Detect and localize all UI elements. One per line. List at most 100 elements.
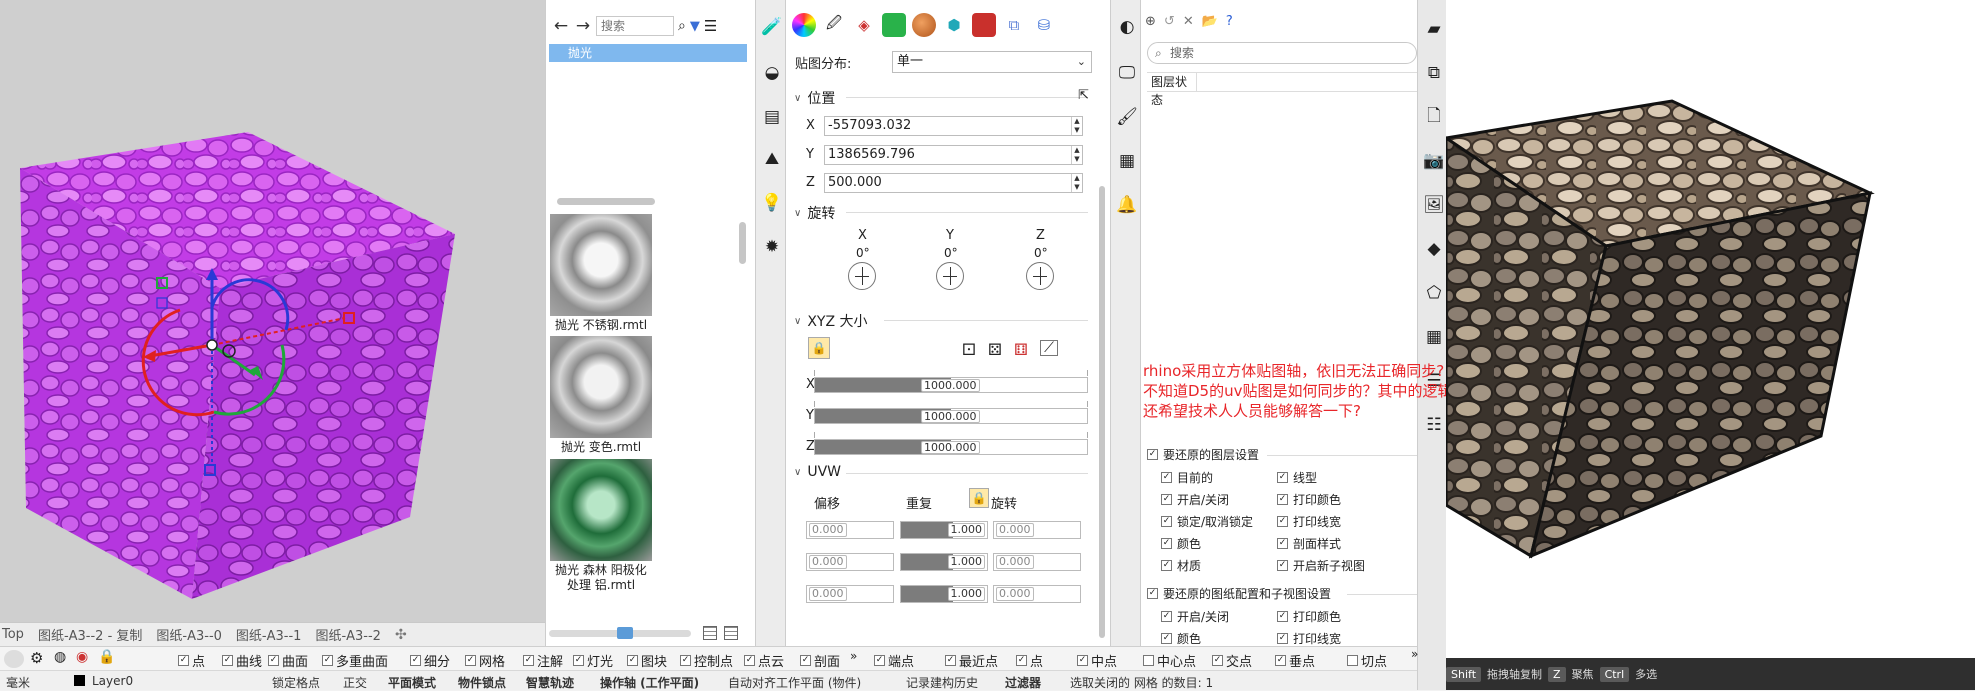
sphere-mapping-icon[interactable] bbox=[912, 13, 936, 37]
position-section-header[interactable]: ∨ 位置 bbox=[794, 88, 835, 108]
spin-buttons[interactable]: ▲ ▼ bbox=[1071, 146, 1082, 164]
checkbox-checked[interactable]: ✓ bbox=[573, 655, 584, 666]
wireframe-sphere-icon[interactable]: ◍ bbox=[54, 649, 66, 665]
randomize-icon[interactable]: ⚅ bbox=[1014, 340, 1028, 359]
texture-icon[interactable]: ⛰ bbox=[761, 148, 783, 170]
tab-layout-1[interactable]: 图纸-A3--1 bbox=[236, 625, 302, 644]
lock-icon[interactable]: 🔒 bbox=[969, 488, 989, 508]
material-editor-icon[interactable]: 🧪 bbox=[761, 16, 783, 38]
menu-icon[interactable]: ☰ bbox=[704, 17, 717, 35]
offset-u-field[interactable]: 0.000 bbox=[806, 521, 894, 539]
status-toggle[interactable]: 平面模式 bbox=[388, 674, 436, 691]
rotation-dial-z[interactable] bbox=[1026, 262, 1054, 290]
checkbox-checked[interactable]: ✓ bbox=[1161, 472, 1172, 483]
delete-icon[interactable]: ✕ bbox=[1183, 14, 1194, 29]
rotation-section-header[interactable]: ∨ 旋转 bbox=[794, 203, 835, 223]
distribution-select[interactable]: 单一 ⌄ bbox=[892, 51, 1092, 73]
layout-setting-option[interactable]: ✓ 颜色 bbox=[1161, 630, 1201, 647]
repeat-v-field[interactable]: 1.000 bbox=[900, 553, 988, 571]
checkbox-checked[interactable]: ✓ bbox=[1277, 633, 1288, 644]
units-label[interactable]: 毫米 bbox=[6, 674, 30, 691]
grid-view-icon[interactable] bbox=[724, 626, 738, 640]
snap-option[interactable]: ✓ 垂点 bbox=[1275, 651, 1315, 670]
size-z-slider[interactable]: 1000.000 bbox=[814, 439, 1088, 455]
layer-search-input[interactable]: ⌕ 搜索 bbox=[1147, 42, 1417, 64]
document-icon[interactable]: 🗋 bbox=[1423, 106, 1445, 128]
layers-icon[interactable]: ▰ bbox=[1423, 18, 1445, 40]
checker-icon[interactable]: ▦ bbox=[1116, 150, 1138, 172]
filter-option[interactable]: ✓ 曲面 bbox=[268, 651, 308, 670]
paint-brush-icon[interactable]: 🖌 bbox=[1116, 106, 1138, 128]
sun-icon[interactable]: ✹ bbox=[761, 236, 783, 258]
image-icon[interactable]: 🖼 bbox=[1423, 194, 1445, 216]
checkbox-checked[interactable]: ✓ bbox=[627, 655, 638, 666]
snap-option[interactable]: ✓ 交点 bbox=[1212, 651, 1252, 670]
dice-icon[interactable]: ⚀ bbox=[962, 340, 976, 359]
rotate-u-field[interactable]: 0.000 bbox=[993, 521, 1081, 539]
rotation-dial-x[interactable] bbox=[848, 262, 876, 290]
checkbox-checked[interactable]: ✓ bbox=[1277, 560, 1288, 571]
overflow-icon[interactable]: » bbox=[1411, 647, 1418, 661]
forward-arrow-icon[interactable]: → bbox=[574, 16, 592, 36]
checkbox-checked[interactable]: ✓ bbox=[322, 655, 333, 666]
checkbox-checked[interactable]: ✓ bbox=[1277, 472, 1288, 483]
color-wheel-icon[interactable] bbox=[792, 13, 816, 37]
checkbox-checked[interactable]: ✓ bbox=[1275, 655, 1286, 666]
lock-icon[interactable]: 🔒 bbox=[808, 337, 830, 359]
x-position-field[interactable]: -557093.032 ▲ ▼ bbox=[824, 116, 1083, 136]
filter-option[interactable]: ✓ 剖面 bbox=[800, 651, 840, 670]
size-section-header[interactable]: ∨ XYZ 大小 bbox=[794, 311, 868, 331]
filter-option[interactable]: ✓ 细分 bbox=[410, 651, 450, 670]
filter-option[interactable]: ✓ 曲线 bbox=[222, 651, 262, 670]
filter-option[interactable]: ✓ 点云 bbox=[744, 651, 784, 670]
layout-setting-option[interactable]: ✓ 开启/关闭 bbox=[1161, 608, 1229, 625]
tab-layout-2[interactable]: 图纸-A3--2 bbox=[315, 625, 381, 644]
checkbox-checked[interactable]: ✓ bbox=[222, 655, 233, 666]
plane-mapping-icon[interactable] bbox=[882, 13, 906, 37]
layer-setting-option[interactable]: ✓ 锁定/取消锁定 bbox=[1161, 513, 1253, 530]
checkbox-checked[interactable]: ✓ bbox=[1147, 449, 1158, 460]
folder-icon[interactable]: 📂 bbox=[1202, 14, 1218, 29]
status-toggle[interactable]: 锁定格点 bbox=[272, 674, 320, 691]
status-toggle[interactable]: 正交 bbox=[343, 674, 367, 691]
filter-option[interactable]: ✓ 灯光 bbox=[573, 651, 613, 670]
eraser-icon[interactable]: ⬠ bbox=[1423, 282, 1445, 304]
column-header[interactable]: 图层状态 bbox=[1147, 73, 1197, 107]
light-bulb-icon[interactable]: 💡 bbox=[761, 192, 783, 214]
filter-icon[interactable]: ▼ bbox=[690, 19, 700, 34]
checkbox-checked[interactable]: ✓ bbox=[1212, 655, 1223, 666]
snap-option[interactable]: ✓ 最近点 bbox=[945, 651, 998, 670]
layer-setting-option[interactable]: ✓ 打印颜色 bbox=[1277, 491, 1341, 508]
undo-icon[interactable]: ↺ bbox=[1164, 14, 1175, 29]
grid-icon[interactable]: ▦ bbox=[1423, 326, 1445, 348]
offset-v-field[interactable]: 0.000 bbox=[806, 553, 894, 571]
snap-option[interactable]: ✓ 端点 bbox=[874, 651, 914, 670]
repeat-u-field[interactable]: 1.000 bbox=[900, 521, 988, 539]
rotation-dial-y[interactable] bbox=[936, 262, 964, 290]
d5-render-viewport[interactable] bbox=[1446, 0, 1975, 667]
layout-setting-option[interactable]: ✓ 打印颜色 bbox=[1277, 608, 1341, 625]
gear-icon[interactable]: ⚙ bbox=[30, 649, 43, 667]
size-x-slider[interactable]: 1000.000 bbox=[814, 377, 1088, 393]
spin-buttons[interactable]: ▲ ▼ bbox=[1071, 117, 1082, 135]
checkbox-checked[interactable]: ✓ bbox=[1277, 516, 1288, 527]
layer-setting-option[interactable]: ✓ 开启/关闭 bbox=[1161, 491, 1229, 508]
slider-thumb[interactable] bbox=[617, 627, 633, 639]
shapes-icon[interactable]: ◆ bbox=[1423, 238, 1445, 260]
overflow-icon[interactable]: » bbox=[850, 649, 857, 663]
checkbox-checked[interactable]: ✓ bbox=[1161, 560, 1172, 571]
material-thumbnail[interactable]: 抛光 变色.rmtl bbox=[550, 336, 652, 455]
checkbox-checked[interactable]: ✓ bbox=[1161, 516, 1172, 527]
snap-option[interactable]: ✓ 中点 bbox=[1077, 651, 1117, 670]
status-toggle[interactable]: 物件锁点 bbox=[458, 674, 506, 691]
tab-layout-0[interactable]: 图纸-A3--0 bbox=[156, 625, 222, 644]
vertical-scrollbar[interactable] bbox=[739, 222, 746, 264]
spin-buttons[interactable]: ▲ ▼ bbox=[1071, 174, 1082, 192]
z-position-field[interactable]: 500.000 ▲ ▼ bbox=[824, 173, 1083, 193]
checkbox-checked[interactable]: ✓ bbox=[410, 655, 421, 666]
checkbox-checked[interactable]: ✓ bbox=[1077, 655, 1088, 666]
layer-color-swatch[interactable] bbox=[74, 675, 85, 686]
layer-setting-option[interactable]: ✓ 线型 bbox=[1277, 469, 1317, 486]
filter-option[interactable]: ✓ 注解 bbox=[523, 651, 563, 670]
vertical-scrollbar[interactable] bbox=[1099, 186, 1105, 638]
